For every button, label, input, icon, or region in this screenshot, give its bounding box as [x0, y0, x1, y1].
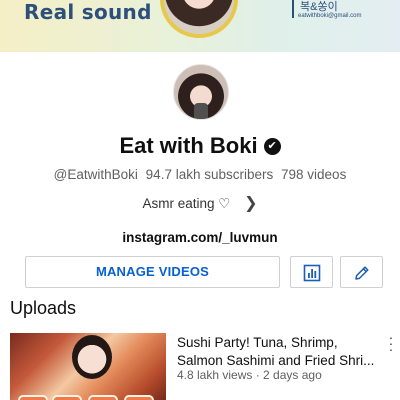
channel-handle: @EatwithBoki	[53, 167, 138, 182]
banner-email: eatwithboki@gmail.com	[298, 13, 362, 19]
thumbnail-food-image	[18, 395, 48, 400]
thumbnail-food-image	[124, 395, 154, 400]
manage-videos-button[interactable]: MANAGE VIDEOS	[25, 256, 280, 288]
banner-text: Real sound	[24, 0, 152, 24]
video-thumbnail[interactable]	[10, 333, 166, 400]
video-count: 798 videos	[281, 167, 347, 182]
more-vert-icon[interactable]: · · ·	[386, 330, 396, 356]
analytics-icon	[303, 264, 321, 282]
channel-description: Asmr eating ♡	[142, 196, 231, 211]
channel-banner: Real sound 복&쏭이 eatwithboki@gmail.com	[0, 0, 400, 52]
banner-divider	[292, 0, 294, 18]
thumbnail-food-image	[52, 395, 82, 400]
chevron-right-icon[interactable]: ❯	[244, 193, 257, 213]
video-title[interactable]: Sushi Party! Tuna, Shrimp, Salmon Sashim…	[177, 334, 382, 370]
uploads-section-title: Uploads	[10, 298, 77, 318]
channel-title: Eat with Boki ✔	[0, 133, 400, 159]
channel-meta: @EatwithBoki 94.7 lakh subscribers 798 v…	[0, 167, 400, 182]
edit-channel-button[interactable]	[340, 256, 383, 288]
channel-avatar[interactable]	[173, 64, 229, 120]
thumbnail-food-image	[88, 395, 118, 400]
thumbnail-person-image	[72, 335, 112, 379]
pencil-icon	[355, 266, 369, 280]
channel-name: Eat with Boki	[119, 133, 258, 158]
verified-checkmark-icon: ✔	[263, 137, 281, 155]
subscriber-count: 94.7 lakh subscribers	[145, 167, 274, 182]
banner-avatar-image	[160, 0, 238, 38]
analytics-button[interactable]	[290, 256, 333, 288]
video-meta: 4.8 lakh views · 2 days ago	[177, 368, 322, 382]
microphone-image	[194, 103, 208, 119]
banner-korean-text: 복&쏭이	[300, 1, 338, 13]
channel-link[interactable]: instagram.com/_luvmun	[0, 230, 400, 245]
channel-description-row[interactable]: Asmr eating ♡ ❯	[0, 193, 400, 213]
